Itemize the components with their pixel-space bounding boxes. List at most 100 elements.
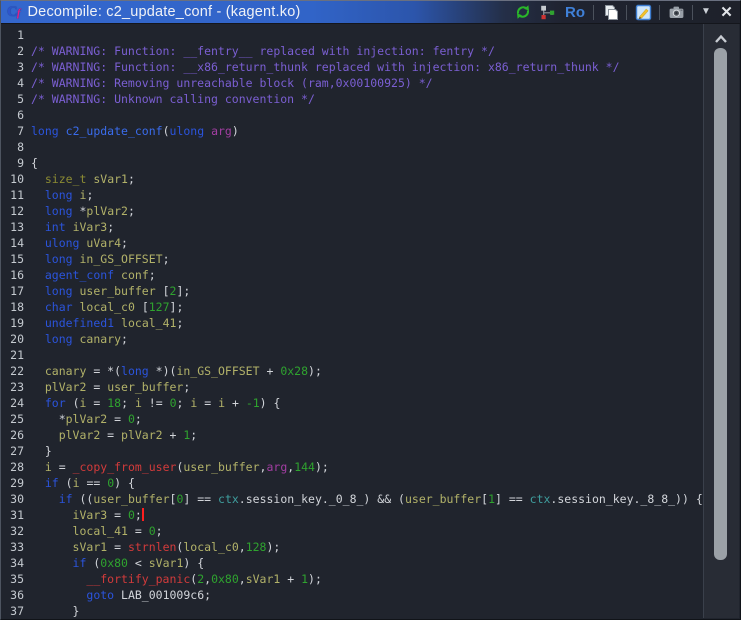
code-line[interactable]: 11 long i; bbox=[2, 187, 704, 203]
code-line-text[interactable]: canary = *(long *)(in_GS_OFFSET + 0x28); bbox=[31, 363, 322, 379]
code-line[interactable]: 14 ulong uVar4; bbox=[2, 235, 704, 251]
code-line[interactable]: 25 *plVar2 = 0; bbox=[2, 411, 704, 427]
code-line-text[interactable]: } bbox=[31, 603, 80, 618]
code-line-text[interactable]: sVar1 = strnlen(local_c0,128); bbox=[31, 539, 281, 555]
code-line[interactable]: 6 bbox=[2, 107, 704, 123]
code-line[interactable]: 21 bbox=[2, 347, 704, 363]
line-number: 8 bbox=[17, 140, 24, 154]
edit-button[interactable] bbox=[634, 3, 652, 21]
chevron-down-icon: ▼ bbox=[701, 6, 711, 17]
code-line[interactable]: 24 for (i = 18; i != 0; i = i + -1) { bbox=[2, 395, 704, 411]
code-line-text[interactable]: long i; bbox=[31, 187, 94, 203]
line-number: 29 bbox=[10, 476, 24, 490]
code-line[interactable]: 15 long in_GS_OFFSET; bbox=[2, 251, 704, 267]
code-line[interactable]: 12 long *plVar2; bbox=[2, 203, 704, 219]
code-line[interactable]: 22 canary = *(long *)(in_GS_OFFSET + 0x2… bbox=[2, 363, 704, 379]
code-line[interactable]: 31 iVar3 = 0; bbox=[2, 507, 704, 523]
code-line[interactable]: 17 long user_buffer [2]; bbox=[2, 283, 704, 299]
copy-button[interactable] bbox=[601, 3, 619, 21]
line-number: 35 bbox=[10, 572, 24, 586]
line-number: 15 bbox=[10, 252, 24, 266]
code-line[interactable]: 18 char local_c0 [127]; bbox=[2, 299, 704, 315]
code-line-text[interactable]: plVar2 = user_buffer; bbox=[31, 379, 190, 395]
code-line[interactable]: 9{ bbox=[2, 155, 704, 171]
code-line[interactable]: 8 bbox=[2, 139, 704, 155]
code-line-text[interactable]: if ((user_buffer[0] == ctx.session_key._… bbox=[31, 491, 703, 507]
code-area[interactable]: 1 2 /* WARNING: Function: __fentry__ repla… bbox=[2, 24, 704, 618]
code-line[interactable]: 30 if ((user_buffer[0] == ctx.session_ke… bbox=[2, 491, 704, 507]
code-line[interactable]: 36 goto LAB_001009c6; bbox=[2, 587, 704, 603]
code-line[interactable]: 3 /* WARNING: Function: __x86_return_thun… bbox=[2, 59, 704, 75]
code-line-text[interactable]: int iVar3; bbox=[31, 219, 114, 235]
text-cursor bbox=[141, 508, 144, 521]
code-line-text[interactable]: ulong uVar4; bbox=[31, 235, 128, 251]
code-line-text[interactable]: iVar3 = 0; bbox=[31, 507, 144, 523]
chevron-up-icon bbox=[715, 34, 727, 43]
code-line[interactable]: 35 __fortify_panic(2,0x80,sVar1 + 1); bbox=[2, 571, 704, 587]
code-line-text[interactable]: char local_c0 [127]; bbox=[31, 299, 184, 315]
code-line-text[interactable]: long user_buffer [2]; bbox=[31, 283, 190, 299]
code-line-text[interactable]: local_41 = 0; bbox=[31, 523, 163, 539]
line-number: 2 bbox=[17, 44, 24, 58]
line-number: 31 bbox=[10, 508, 24, 522]
code-line-text[interactable]: __fortify_panic(2,0x80,sVar1 + 1); bbox=[31, 571, 322, 587]
code-line-text[interactable]: i = _copy_from_user(user_buffer,arg,144)… bbox=[31, 459, 329, 475]
graph-button[interactable] bbox=[539, 3, 557, 21]
code-line[interactable]: 34 if (0x80 < sVar1) { bbox=[2, 555, 704, 571]
title-bar[interactable]: Cf Decompile: c2_update_conf - (kagent.k… bbox=[1, 1, 740, 24]
code-line-text[interactable]: long *plVar2; bbox=[31, 203, 135, 219]
refresh-button[interactable] bbox=[514, 3, 532, 21]
code-line[interactable]: 10 size_t sVar1; bbox=[2, 171, 704, 187]
code-line[interactable]: 2 /* WARNING: Function: __fentry__ replac… bbox=[2, 43, 704, 59]
ro-button[interactable]: Ro bbox=[564, 3, 586, 21]
line-number: 12 bbox=[10, 204, 24, 218]
title-toolbar: Ro ▼ ✕ bbox=[514, 3, 736, 21]
code-line-text[interactable]: undefined1 local_41; bbox=[31, 315, 184, 331]
code-line-text[interactable]: /* WARNING: Function: __fentry__ replace… bbox=[31, 43, 495, 59]
code-line[interactable]: 16 agent_conf conf; bbox=[2, 267, 704, 283]
code-line-text[interactable]: agent_conf conf; bbox=[31, 267, 156, 283]
code-line[interactable]: 33 sVar1 = strnlen(local_c0,128); bbox=[2, 539, 704, 555]
code-line-text[interactable]: long c2_update_conf(ulong arg) bbox=[31, 123, 239, 139]
code-line[interactable]: 19 undefined1 local_41; bbox=[2, 315, 704, 331]
code-line-text[interactable]: *plVar2 = 0; bbox=[31, 411, 142, 427]
code-line-text[interactable]: } bbox=[31, 443, 52, 459]
code-line[interactable]: 32 local_41 = 0; bbox=[2, 523, 704, 539]
code-line-text[interactable]: if (i == 0) { bbox=[31, 475, 135, 491]
code-line[interactable]: 27 } bbox=[2, 443, 704, 459]
code-line-text[interactable]: /* WARNING: Removing unreachable block (… bbox=[31, 75, 433, 91]
code-line-text[interactable]: /* WARNING: Unknown calling convention *… bbox=[31, 91, 315, 107]
code-line[interactable]: 4 /* WARNING: Removing unreachable block … bbox=[2, 75, 704, 91]
code-line[interactable]: 28 i = _copy_from_user(user_buffer,arg,1… bbox=[2, 459, 704, 475]
close-button[interactable]: ✕ bbox=[719, 3, 734, 21]
code-line[interactable]: 37 } bbox=[2, 603, 704, 618]
code-line[interactable]: 13 int iVar3; bbox=[2, 219, 704, 235]
code-line-text[interactable]: long canary; bbox=[31, 331, 128, 347]
code-line-text[interactable]: size_t sVar1; bbox=[31, 171, 135, 187]
code-line-text[interactable]: if (0x80 < sVar1) { bbox=[31, 555, 205, 571]
code-line[interactable]: 7 long c2_update_conf(ulong arg) bbox=[2, 123, 704, 139]
code-line-text[interactable]: goto LAB_001009c6; bbox=[31, 587, 211, 603]
code-line-text[interactable]: { bbox=[31, 155, 38, 171]
line-number: 6 bbox=[17, 108, 24, 122]
scroll-up-button[interactable] bbox=[713, 32, 729, 44]
code-line[interactable]: 5 /* WARNING: Unknown calling convention … bbox=[2, 91, 704, 107]
decompile-window: Cf Decompile: c2_update_conf - (kagent.k… bbox=[0, 0, 741, 620]
scrollbar-thumb[interactable] bbox=[714, 48, 727, 560]
code-line[interactable]: 20 long canary; bbox=[2, 331, 704, 347]
code-line-text[interactable]: plVar2 = plVar2 + 1; bbox=[31, 427, 198, 443]
line-number: 21 bbox=[10, 348, 24, 362]
code-line-text[interactable]: long in_GS_OFFSET; bbox=[31, 251, 170, 267]
code-line[interactable]: 1 bbox=[2, 27, 704, 43]
snapshot-button[interactable] bbox=[667, 3, 685, 21]
code-line-text[interactable]: for (i = 18; i != 0; i = i + -1) { bbox=[31, 395, 281, 411]
line-number: 36 bbox=[10, 588, 24, 602]
code-line-text[interactable]: /* WARNING: Function: __x86_return_thunk… bbox=[31, 59, 620, 75]
code-line[interactable]: 26 plVar2 = plVar2 + 1; bbox=[2, 427, 704, 443]
line-number: 22 bbox=[10, 364, 24, 378]
vertical-scrollbar[interactable] bbox=[703, 24, 739, 618]
code-line[interactable]: 23 plVar2 = user_buffer; bbox=[2, 379, 704, 395]
dropdown-button[interactable]: ▼ bbox=[700, 3, 712, 21]
line-number: 24 bbox=[10, 396, 24, 410]
code-line[interactable]: 29 if (i == 0) { bbox=[2, 475, 704, 491]
